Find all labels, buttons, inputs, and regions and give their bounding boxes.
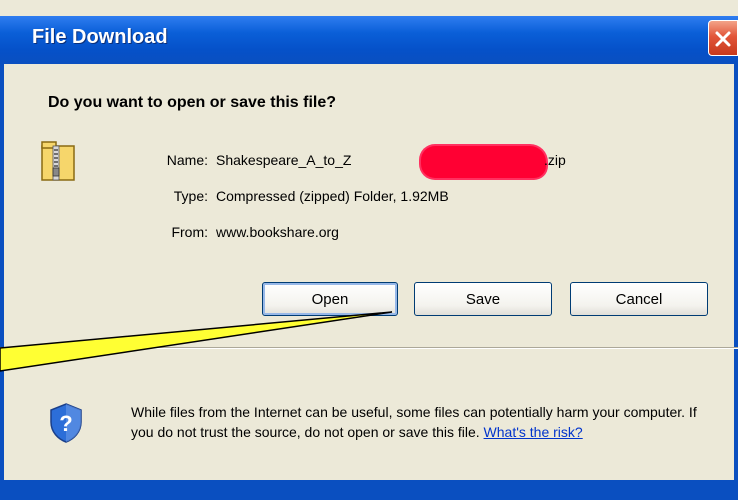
callout-arrow	[0, 311, 393, 372]
